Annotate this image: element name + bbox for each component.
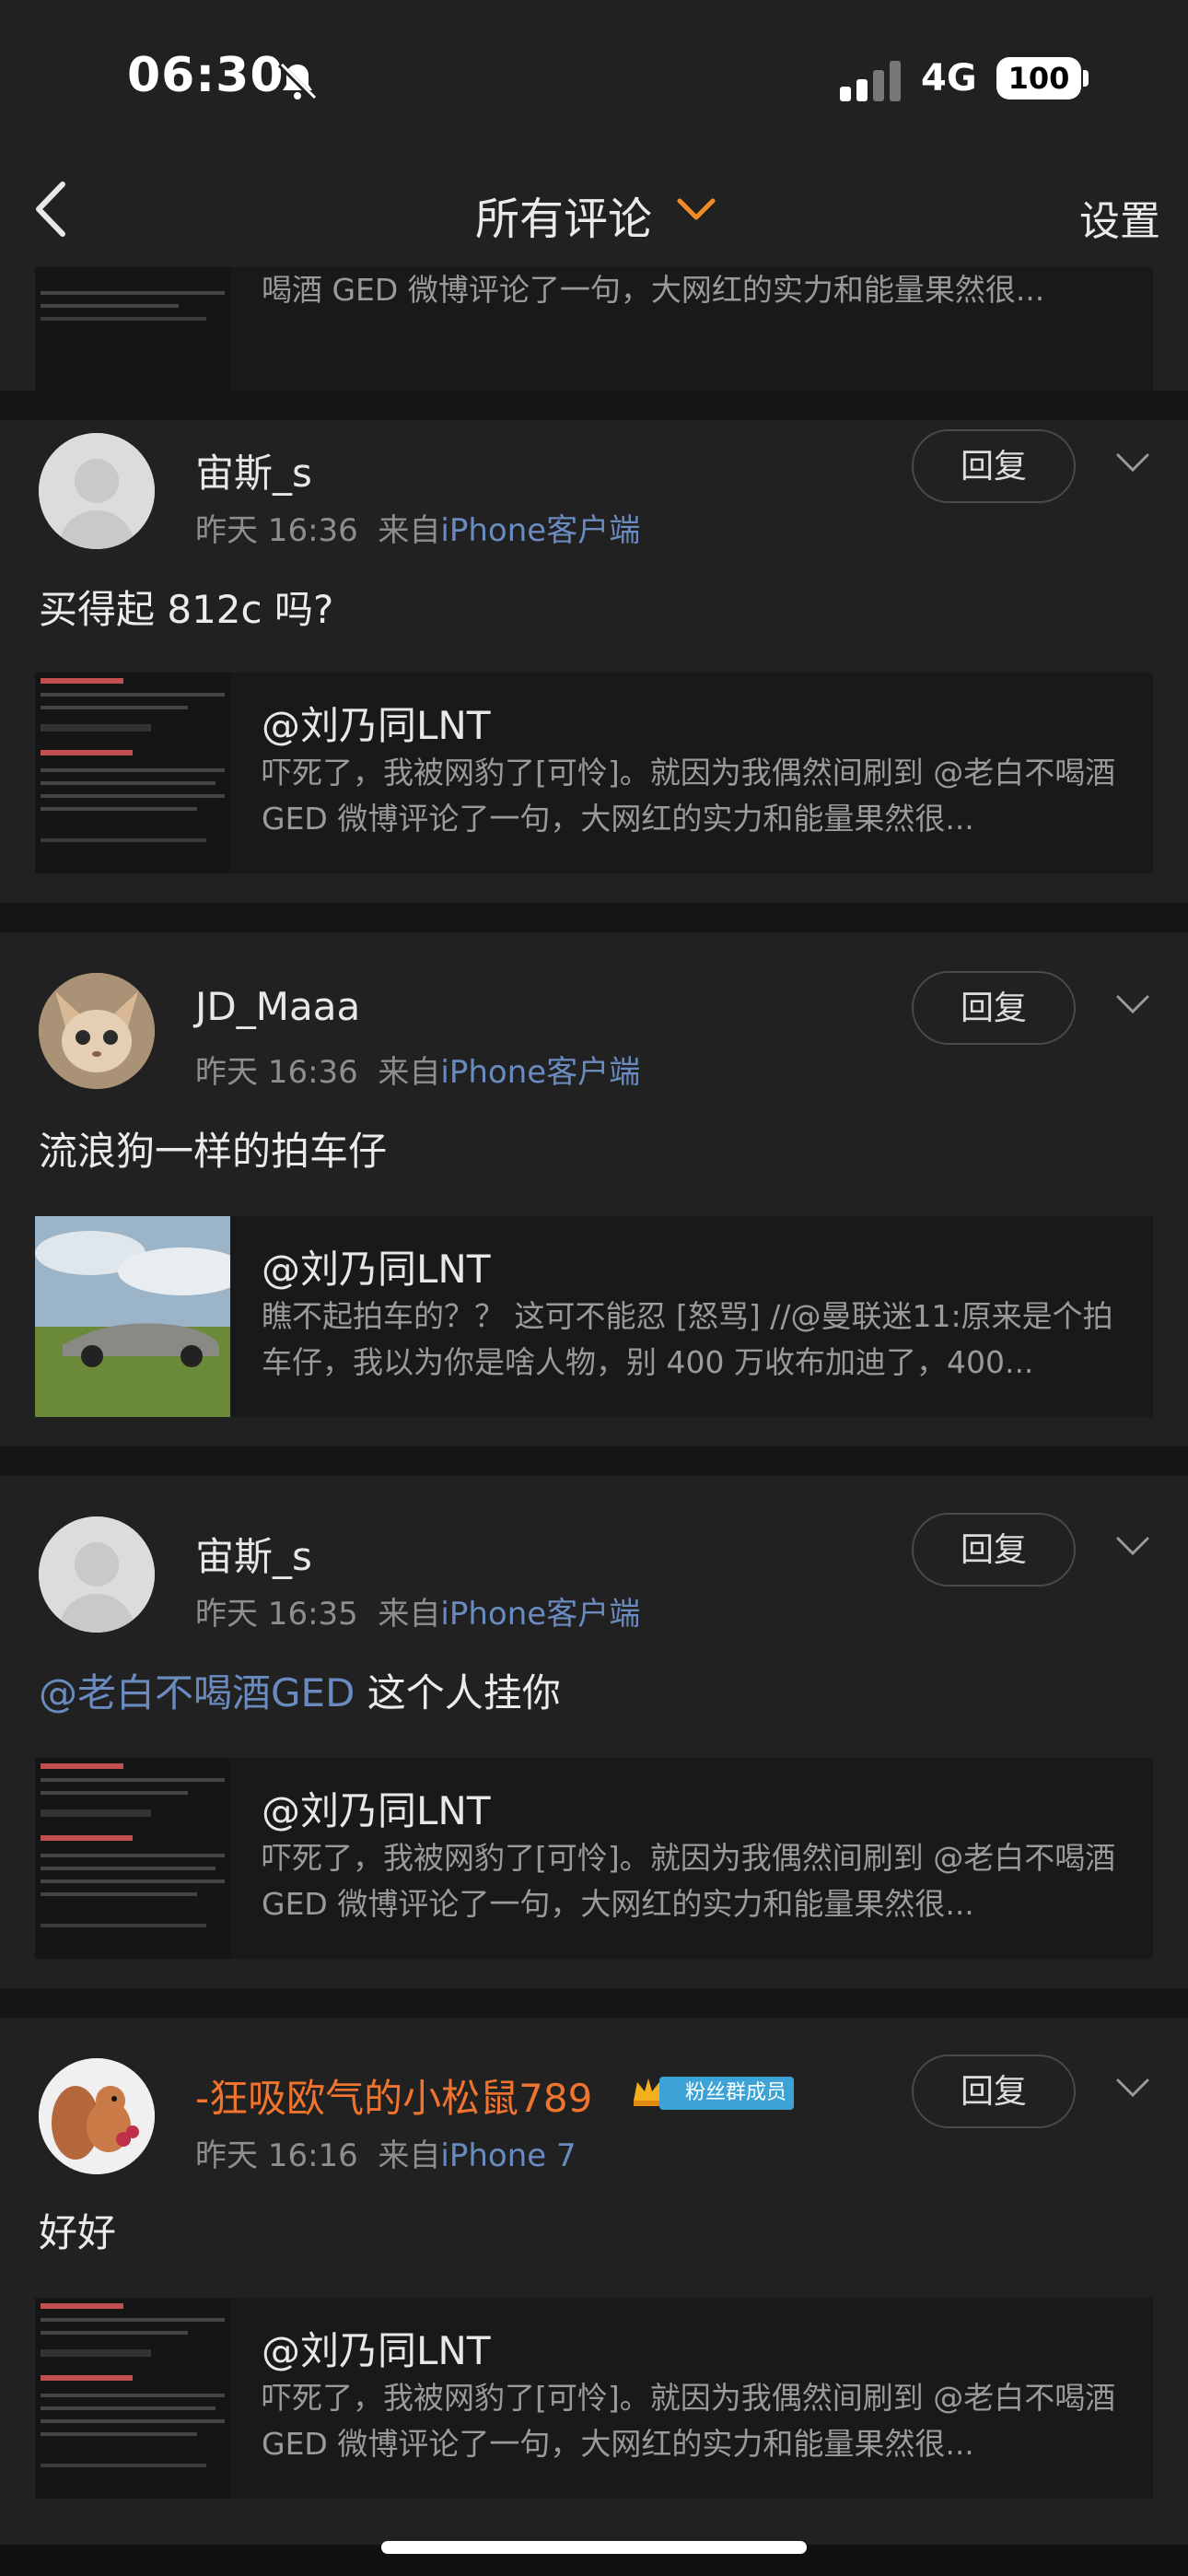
- comment-time: 昨天 16:36: [195, 512, 358, 549]
- quote-author: @刘乃同LNT: [262, 2328, 491, 2373]
- quote-text: 吓死了，我被网豹了[可怜]。就因为我偶然间刷到 @老白不喝酒 GED 微博评论了…: [262, 755, 1116, 837]
- quote-thumbnail: [35, 2298, 230, 2499]
- comment-text: 流浪狗一样的拍车仔: [39, 1129, 388, 1174]
- source-prefix: 来自: [378, 2137, 441, 2174]
- comment-card: 宙斯_s 昨天 16:35 来自iPhone客户端 回复 @老白不喝酒GED 这…: [0, 1476, 1188, 1988]
- avatar[interactable]: [39, 2058, 155, 2174]
- comment-source: iPhone客户端: [440, 1596, 641, 1633]
- default-avatar-icon: [39, 1516, 155, 1633]
- source-prefix: 来自: [378, 1054, 441, 1091]
- comment-meta: 昨天 16:36 来自iPhone客户端: [195, 505, 640, 550]
- home-indicator[interactable]: [381, 2541, 807, 2554]
- comment-source: iPhone 7: [440, 2137, 577, 2174]
- chevron-down-icon[interactable]: [676, 195, 716, 223]
- quote-author: @刘乃同LNT: [262, 703, 491, 748]
- comment-card: 宙斯_s 昨天 16:36 来自iPhone客户端 回复 买得起 812c 吗?: [0, 420, 1188, 903]
- source-prefix: 来自: [378, 512, 441, 549]
- source-prefix: 来自: [378, 1596, 441, 1633]
- comment-meta: 昨天 16:36 来自iPhone客户端: [195, 1047, 640, 1092]
- battery-indicator: 100: [996, 57, 1081, 100]
- comment-text: 好好: [39, 2210, 117, 2255]
- quote-text: 喝酒 GED 微博评论了一句，大网红的实力和能量果然很...: [262, 272, 1045, 308]
- username[interactable]: -狂吸欧气的小松鼠789: [195, 2067, 592, 2124]
- comment-card: JD_Maaa 昨天 16:36 来自iPhone客户端 回复 流浪狗一样的拍车…: [0, 932, 1188, 1446]
- comment-meta: 昨天 16:35 来自iPhone客户端: [195, 1588, 640, 1633]
- avatar[interactable]: [39, 973, 155, 1089]
- settings-button[interactable]: 设置: [1079, 188, 1160, 247]
- divider: [0, 391, 1188, 420]
- quote-thumbnail: [35, 1216, 230, 1417]
- chevron-down-icon[interactable]: [1114, 451, 1151, 475]
- quote-author: @刘乃同LNT: [262, 1247, 491, 1292]
- quote-thumbnail: [35, 673, 230, 873]
- comment-body: 这个人挂你: [355, 1670, 561, 1715]
- avatar[interactable]: [39, 1516, 155, 1633]
- quote-text: 瞧不起拍车的？？ 这可不能忍 [怒骂] //@曼联迷11:原来是个拍车仔，我以为…: [262, 1298, 1113, 1380]
- fan-group-badge: 粉丝群成员: [659, 2077, 794, 2110]
- quoted-post[interactable]: @刘乃同LNT 吓死了，我被网豹了[可怜]。就因为我偶然间刷到 @老白不喝酒 G…: [35, 2298, 1153, 2499]
- avatar[interactable]: [39, 433, 155, 549]
- comment-text: 买得起 812c 吗?: [39, 587, 334, 632]
- status-bar: 06:30 4G 100: [0, 0, 1188, 157]
- comment-time: 昨天 16:16: [195, 2137, 358, 2174]
- nav-bar: 所有评论 设置: [0, 157, 1188, 267]
- quoted-post[interactable]: @刘乃同LNT 吓死了，我被网豹了[可怜]。就因为我偶然间刷到 @老白不喝酒 G…: [35, 1758, 1153, 1959]
- reply-button[interactable]: 回复: [912, 2055, 1076, 2128]
- username[interactable]: 宙斯_s: [195, 442, 312, 498]
- page-title[interactable]: 所有评论: [475, 182, 652, 247]
- squirrel-avatar-icon: [39, 2058, 155, 2174]
- reply-button[interactable]: 回复: [912, 971, 1076, 1045]
- default-avatar-icon: [39, 433, 155, 549]
- comment-meta: 昨天 16:16 来自iPhone 7: [195, 2130, 577, 2175]
- divider: [0, 1988, 1188, 2018]
- reply-button[interactable]: 回复: [912, 1513, 1076, 1587]
- chevron-down-icon[interactable]: [1114, 1535, 1151, 1559]
- quoted-post[interactable]: @刘乃同LNT 吓死了，我被网豹了[可怜]。就因为我偶然间刷到 @老白不喝酒 G…: [35, 673, 1153, 873]
- mention-link[interactable]: @老白不喝酒GED: [39, 1670, 355, 1715]
- back-arrow-icon[interactable]: [28, 177, 74, 241]
- network-type: 4G: [921, 57, 977, 100]
- quote-author: @刘乃同LNT: [262, 1788, 491, 1833]
- chevron-down-icon[interactable]: [1114, 993, 1151, 1017]
- comment-source: iPhone客户端: [440, 512, 641, 549]
- comment-card-partial: 喝酒 GED 微博评论了一句，大网红的实力和能量果然很...: [0, 190, 1188, 391]
- battery-tip: [1083, 70, 1089, 87]
- comment-time: 昨天 16:35: [195, 1596, 358, 1633]
- chevron-down-icon[interactable]: [1114, 2077, 1151, 2101]
- comment-time: 昨天 16:36: [195, 1054, 358, 1091]
- reply-button[interactable]: 回复: [912, 429, 1076, 503]
- quote-text: 吓死了，我被网豹了[可怜]。就因为我偶然间刷到 @老白不喝酒 GED 微博评论了…: [262, 2380, 1116, 2462]
- comment-card: -狂吸欧气的小松鼠789 粉丝群成员 昨天 16:16 来自iPhone 7 回…: [0, 2018, 1188, 2545]
- divider: [0, 1446, 1188, 1476]
- username[interactable]: 宙斯_s: [195, 1526, 312, 1582]
- quote-thumbnail: [35, 1758, 230, 1959]
- status-time: 06:30: [127, 48, 285, 103]
- username[interactable]: JD_Maaa: [195, 984, 360, 1029]
- quote-text: 吓死了，我被网豹了[可怜]。就因为我偶然间刷到 @老白不喝酒 GED 微博评论了…: [262, 1840, 1116, 1922]
- bell-muted-icon: [277, 62, 318, 102]
- cat-avatar-icon: [39, 973, 155, 1089]
- quoted-post[interactable]: @刘乃同LNT 瞧不起拍车的？？ 这可不能忍 [怒骂] //@曼联迷11:原来是…: [35, 1216, 1153, 1417]
- comment-source: iPhone客户端: [440, 1054, 641, 1091]
- cellular-signal-icon: [840, 61, 901, 101]
- comment-text: @老白不喝酒GED 这个人挂你: [39, 1662, 561, 1718]
- divider: [0, 903, 1188, 932]
